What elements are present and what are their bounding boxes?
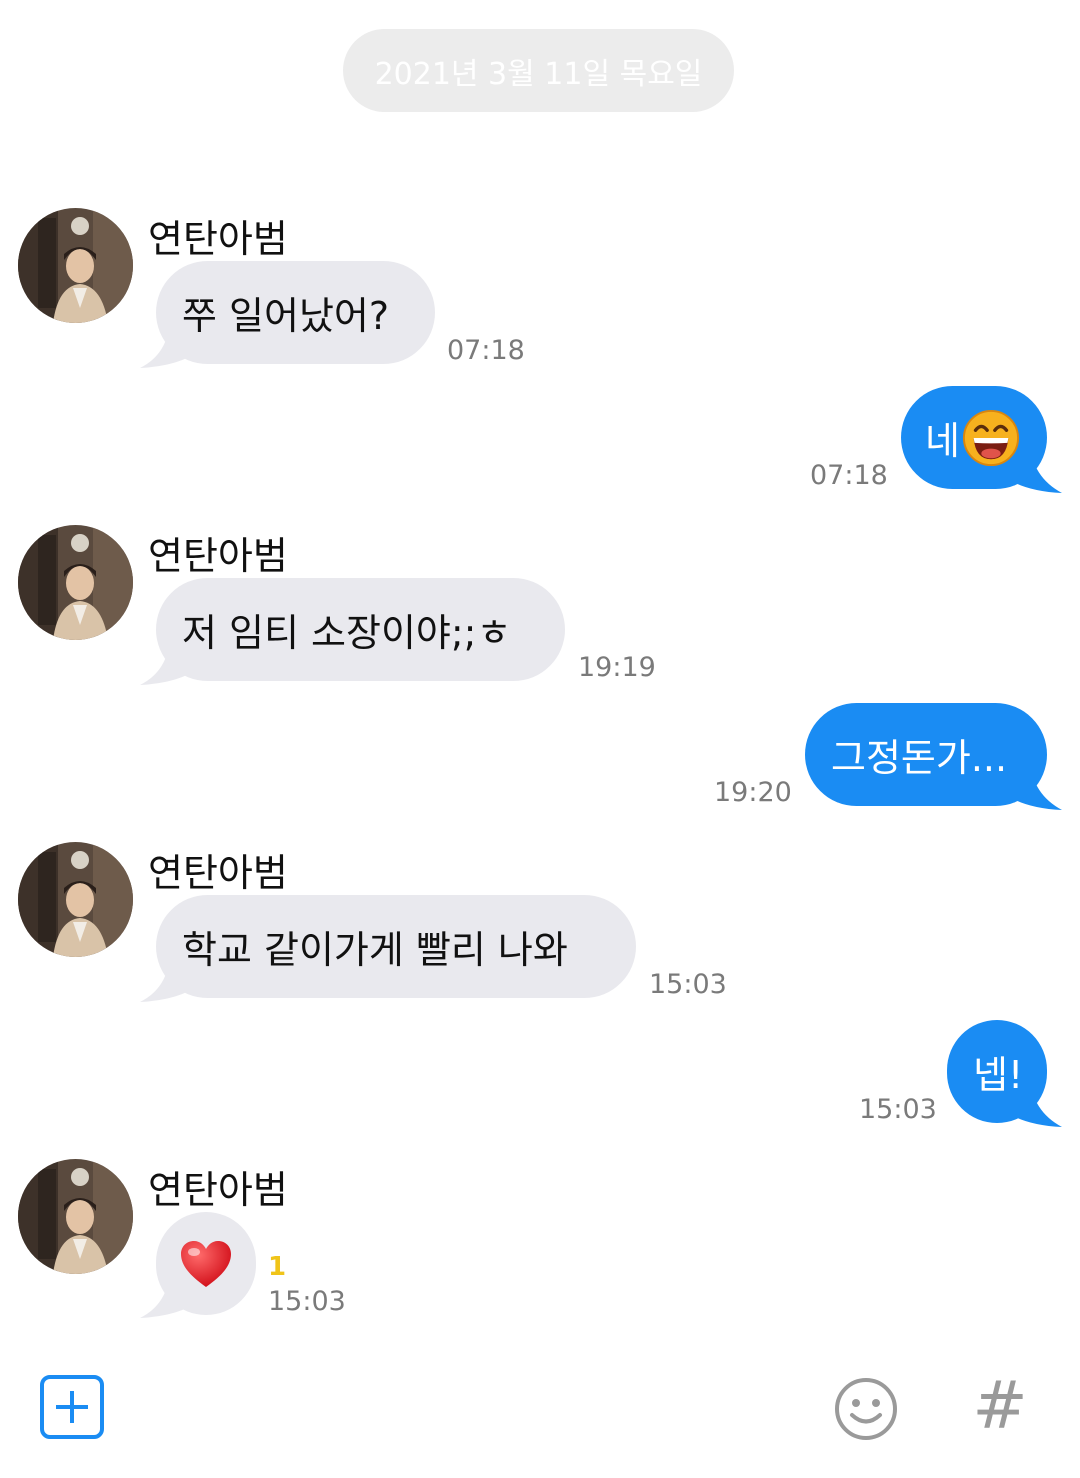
message-time: 19:20 [714, 777, 792, 808]
outgoing-message-bubble[interactable]: 네 [901, 386, 1047, 489]
outgoing-message-bubble[interactable]: 그정돈가... [805, 703, 1047, 806]
contact-avatar[interactable] [18, 842, 133, 957]
sender-name: 연탄아범 [148, 851, 288, 895]
contact-avatar[interactable] [18, 1159, 133, 1274]
incoming-message-bubble[interactable]: 쭈 일어났어? [156, 261, 435, 364]
grinning-face-emoji [962, 409, 1020, 466]
attach-button[interactable] [40, 1375, 104, 1439]
contact-avatar[interactable] [18, 525, 133, 640]
emoticon-button[interactable] [833, 1376, 899, 1442]
incoming-message-bubble[interactable] [156, 1212, 256, 1315]
incoming-message-bubble[interactable]: 학교 같이가게 빨리 나와 [156, 895, 636, 998]
message-time: 19:19 [578, 652, 656, 683]
red-heart-emoji [181, 1240, 231, 1287]
message-time: 15:03 [859, 1094, 937, 1125]
message-text: 네 [925, 419, 960, 463]
plus-icon [56, 1391, 88, 1423]
smiley-icon [835, 1378, 897, 1440]
message-text: 저 임티 소장이야;;ㅎ [182, 611, 512, 655]
incoming-message-bubble[interactable]: 저 임티 소장이야;;ㅎ [156, 578, 565, 681]
message-text: 쭈 일어났어? [182, 294, 390, 338]
input-toolbar [0, 1340, 1080, 1478]
message-time: 07:18 [447, 335, 525, 366]
message-time: 07:18 [810, 460, 888, 491]
unread-count-badge: 1 [268, 1252, 287, 1282]
message-time: 15:03 [649, 969, 727, 1000]
contact-avatar[interactable] [18, 208, 133, 323]
message-time: 15:03 [268, 1286, 346, 1317]
hashtag-icon: # [972, 1367, 1028, 1444]
sender-name: 연탄아범 [148, 1168, 288, 1212]
message-text: 학교 같이가게 빨리 나와 [182, 928, 568, 972]
message-text: 그정돈가... [831, 736, 1008, 780]
sender-name: 연탄아범 [148, 534, 288, 578]
hashtag-search-button[interactable]: # [968, 1366, 1032, 1446]
date-divider: 2021년 3월 11일 목요일 [343, 29, 734, 112]
message-text: 넵! [973, 1053, 1024, 1097]
outgoing-message-bubble[interactable]: 넵! [947, 1020, 1047, 1123]
sender-name: 연탄아범 [148, 217, 288, 261]
